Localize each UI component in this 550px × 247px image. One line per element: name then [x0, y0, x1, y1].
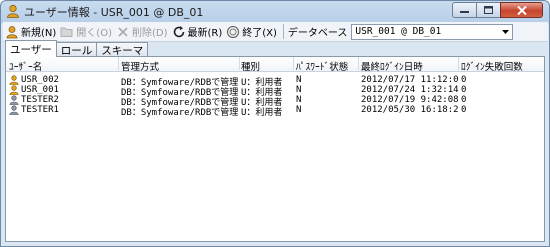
login-failures: 0	[461, 105, 467, 115]
minimize-button[interactable]	[452, 2, 477, 18]
last-login: 2012/05/30 16:18:28	[361, 105, 459, 115]
delete-button[interactable]: 削除(D)	[114, 23, 170, 40]
toolbar: 新規(N) 開く(O) 削除(D) 最新(R) 終了(X) データベース USR…	[3, 22, 548, 42]
user-name: USR_001	[21, 85, 59, 95]
table-row[interactable]: USR_001 DB：Symfoware/RDBで管理 U：利用者 N 2012…	[6, 85, 544, 98]
column-header-type[interactable]: 種別	[241, 59, 291, 73]
login-failures: 0	[461, 95, 467, 105]
delete-label: 削除(D)	[131, 28, 168, 39]
last-login: 2012/07/17 11:12:09	[361, 75, 459, 85]
exit-button[interactable]: 終了(X)	[224, 23, 279, 40]
column-header-username[interactable]: ﾕｰｻﾞｰ名	[9, 59, 117, 73]
tab-users[interactable]: ユーザー	[5, 40, 57, 57]
tab-users-label: ユーザー	[10, 43, 52, 56]
column-divider[interactable]	[118, 57, 119, 70]
delete-x-icon	[118, 26, 128, 37]
management-method: DB：Symfoware/RDBで管理	[121, 108, 239, 118]
new-button[interactable]: 新規(N)	[3, 23, 58, 40]
user-gold-icon	[9, 85, 19, 95]
open-button[interactable]: 開く(O)	[58, 23, 114, 40]
tab-roles[interactable]: ロール	[55, 42, 98, 57]
table-row[interactable]: USR_002 DB：Symfoware/RDBで管理 U：利用者 N 2012…	[6, 75, 544, 88]
user-app-icon	[7, 4, 19, 18]
column-header-management[interactable]: 管理方式	[121, 59, 239, 73]
refresh-button[interactable]: 最新(R)	[170, 23, 225, 40]
user-list-panel: ﾕｰｻﾞｰ名 管理方式 種別 ﾊﾟｽﾜｰﾄﾞ状態 最終ﾛｸﾞｲﾝ日時 ﾛｸﾞｲﾝ…	[5, 56, 545, 242]
password-status: N	[296, 105, 302, 115]
window-controls	[452, 2, 543, 19]
login-failures: 0	[461, 75, 467, 85]
password-status: N	[296, 75, 302, 85]
column-header-password-status[interactable]: ﾊﾟｽﾜｰﾄﾞ状態	[296, 59, 358, 73]
close-icon	[516, 5, 527, 15]
column-header-last-login[interactable]: 最終ﾛｸﾞｲﾝ日時	[361, 59, 459, 73]
column-divider[interactable]	[239, 57, 240, 70]
column-divider[interactable]	[293, 57, 294, 70]
close-button[interactable]	[500, 2, 543, 18]
folder-open-icon	[60, 27, 73, 37]
database-select[interactable]: USR_001 @ DB_01	[351, 23, 514, 40]
password-status: N	[296, 95, 302, 105]
user-name: USR_002	[21, 75, 59, 85]
database-label: データベース	[287, 28, 348, 39]
user-type: U：利用者	[241, 108, 283, 118]
open-label: 開く(O)	[76, 28, 112, 39]
app-window: ユーザー情報 - USR_001 @ DB_01 新規(N) 開く(O) 削除(…	[0, 0, 550, 247]
window-title: ユーザー情報 - USR_001 @ DB_01	[24, 6, 204, 19]
user-name-cell: USR_001	[9, 85, 117, 95]
tab-strip: ユーザー ロール スキーマ	[5, 40, 149, 57]
database-value: USR_001 @ DB_01	[355, 26, 442, 37]
user-gray-icon	[9, 95, 19, 105]
refresh-label: 最新(R)	[187, 28, 223, 39]
column-divider[interactable]	[458, 57, 459, 70]
minimize-icon	[460, 11, 469, 13]
refresh-icon	[173, 25, 184, 37]
new-user-icon	[6, 25, 18, 38]
dropdown-arrow-icon[interactable]	[498, 25, 512, 39]
table-row[interactable]: TESTER1 DB：Symfoware/RDBで管理 U：利用者 N 2012…	[6, 105, 544, 118]
password-status: N	[296, 85, 302, 95]
title-bar[interactable]: ユーザー情報 - USR_001 @ DB_01	[1, 1, 549, 22]
column-divider[interactable]	[358, 57, 359, 70]
new-label: 新規(N)	[21, 28, 57, 39]
user-name: TESTER1	[21, 105, 59, 115]
exit-label: 終了(X)	[242, 28, 277, 39]
user-name-cell: USR_002	[9, 75, 117, 85]
user-gray-icon	[9, 105, 19, 115]
user-name: TESTER2	[21, 95, 59, 105]
login-failures: 0	[461, 85, 467, 95]
tab-schemas[interactable]: スキーマ	[96, 42, 149, 57]
user-name-cell: TESTER1	[9, 105, 117, 115]
toolbar-separator	[282, 24, 284, 39]
exit-icon	[227, 25, 240, 38]
user-gold-icon	[9, 75, 19, 85]
table-row[interactable]: TESTER2 DB：Symfoware/RDBで管理 U：利用者 N 2012…	[6, 95, 544, 108]
maximize-icon	[484, 6, 493, 14]
column-header-login-failures[interactable]: ﾛｸﾞｲﾝ失敗回数	[461, 59, 541, 73]
last-login: 2012/07/19 9:42:08	[361, 95, 459, 105]
table-header: ﾕｰｻﾞｰ名 管理方式 種別 ﾊﾟｽﾜｰﾄﾞ状態 最終ﾛｸﾞｲﾝ日時 ﾛｸﾞｲﾝ…	[6, 57, 544, 73]
user-name-cell: TESTER2	[9, 95, 117, 105]
user-table[interactable]: ﾕｰｻﾞｰ名 管理方式 種別 ﾊﾟｽﾜｰﾄﾞ状態 最終ﾛｸﾞｲﾝ日時 ﾛｸﾞｲﾝ…	[6, 57, 544, 118]
maximize-button[interactable]	[476, 2, 501, 18]
last-login: 2012/07/24 1:32:14	[361, 85, 459, 95]
